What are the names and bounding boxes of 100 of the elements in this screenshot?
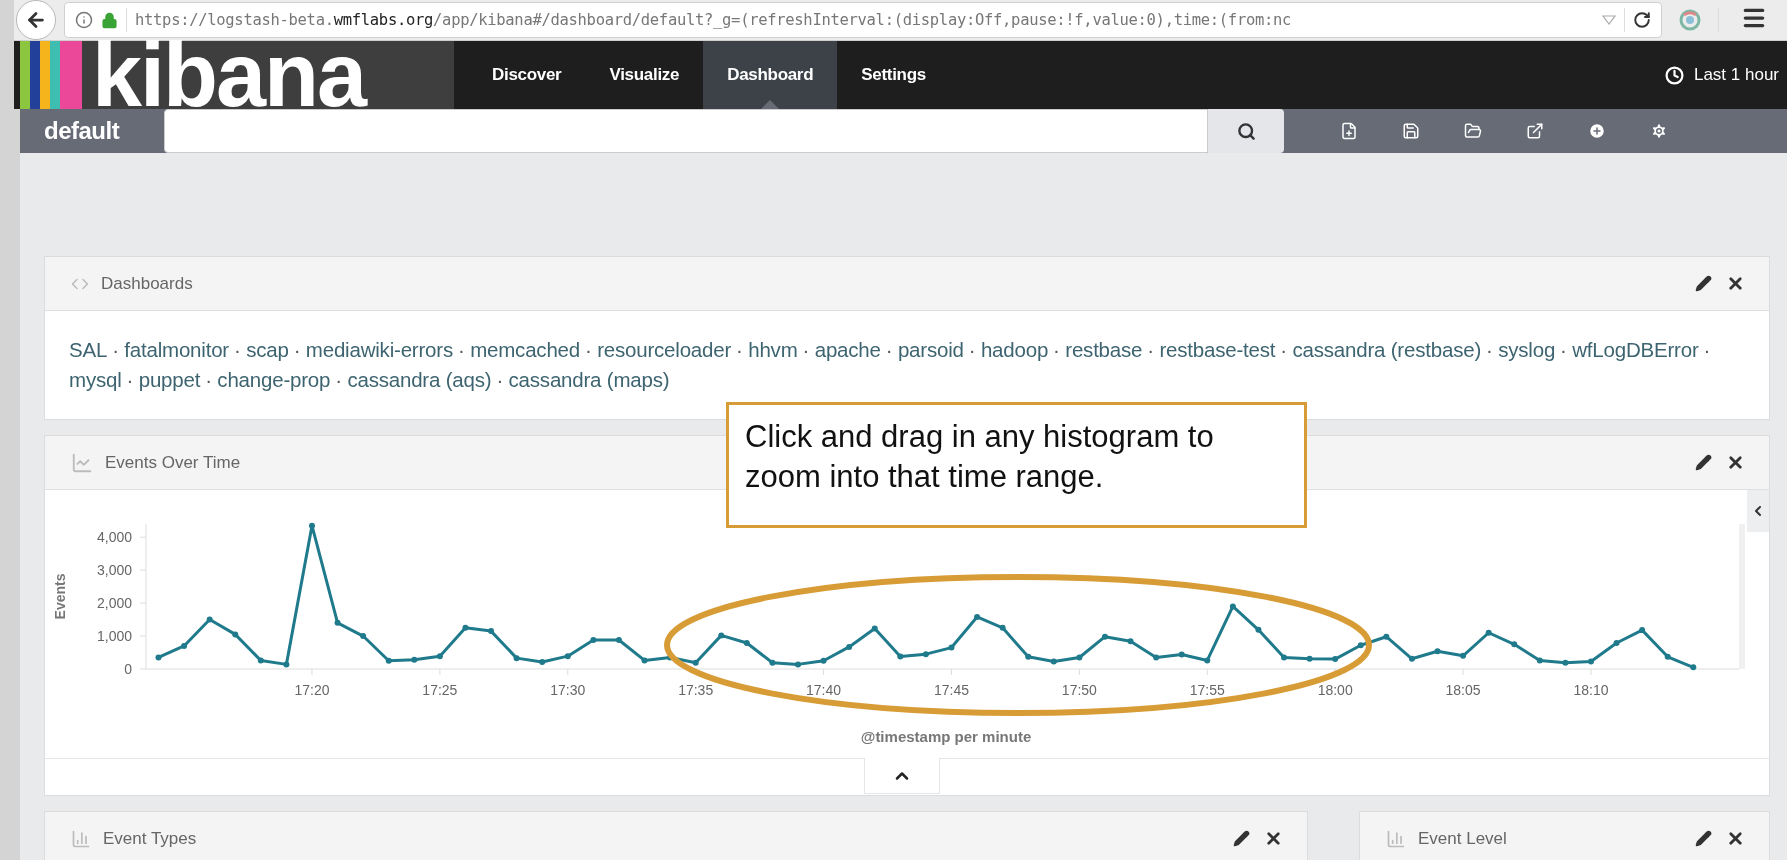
reload-icon[interactable] [1633,11,1651,29]
separator-dot: · [126,368,134,391]
close-icon[interactable] [1264,829,1283,848]
nav-tab[interactable]: Dashboard [703,41,838,109]
data-point [820,657,827,664]
back-arrow-icon [25,9,47,31]
line-chart-icon [71,451,93,474]
dashboard-link[interactable]: mysql [69,368,122,391]
dashboard-link[interactable]: memcached [470,338,580,361]
data-point [1383,633,1390,640]
dashboard-link[interactable]: apache [814,338,881,361]
nav-tab[interactable]: Settings [837,41,950,109]
toggle-details-button[interactable] [864,758,940,794]
separator-dot: · [1486,338,1493,361]
y-tick-label: 3,000 [96,562,132,579]
data-point [206,616,213,623]
data-point [1306,655,1313,662]
y-tick-label: 1,000 [96,628,132,645]
data-point [1511,641,1518,648]
data-point [1204,657,1211,664]
address-bar[interactable]: https://logstash-beta.wmflabs.org/app/kibana#/dashboard/default?_g=(refreshInterval:(display:Off,pause:!f,value:0),time:(from:nc [64,2,1662,38]
collapse-legend-button[interactable] [1747,490,1769,532]
data-point [385,657,392,664]
search-button[interactable] [1208,109,1284,153]
dashboard-name: default [44,117,121,145]
data-point [1408,655,1415,662]
data-point [462,624,469,631]
data-point [1255,626,1262,633]
panel-title: Dashboards [101,273,193,294]
edit-icon[interactable] [1695,274,1712,293]
x-tick-label: 18:05 [1445,682,1481,698]
edit-icon[interactable] [1695,453,1712,472]
dashboard-link[interactable]: hhvm [748,338,798,361]
data-point [283,661,290,668]
x-tick-label: 17:55 [1189,682,1225,698]
dashboard-link[interactable]: cassandra (maps) [508,368,670,391]
data-point [360,633,367,640]
x-tick-label: 17:45 [933,682,969,698]
separator-dot: · [1560,338,1567,361]
y-axis-title: Events [52,573,68,620]
data-point [641,657,648,664]
close-icon[interactable] [1726,829,1745,848]
data-point [1281,654,1287,661]
nav-tab[interactable]: Visualize [585,41,704,109]
data-point [411,656,418,663]
dashboard-link[interactable]: change-prop [217,368,331,391]
dashboard-link[interactable]: SAL [69,338,108,361]
separator-dot: · [885,338,893,361]
dashboard-link[interactable]: wfLogDBError [1572,338,1699,361]
dashboard-link[interactable]: scap [246,338,289,361]
separator-dot: · [496,368,504,391]
close-icon[interactable] [1726,453,1745,472]
edit-icon[interactable] [1233,829,1250,848]
dashboard-link[interactable]: mediawiki-errors [305,338,453,361]
separator-dot: · [458,338,465,361]
info-icon [75,11,93,29]
data-point [871,625,878,632]
y-tick-label: 2,000 [96,595,132,612]
search-icon [1236,121,1256,141]
time-picker[interactable]: Last 1 hour [1664,41,1787,109]
back-button[interactable] [16,0,56,40]
data-point [1050,658,1057,665]
data-point [232,631,239,638]
dashboard-link[interactable]: cassandra (restbase) [1292,338,1482,361]
bar-chart-icon [71,828,91,849]
data-point [1076,654,1083,661]
data-point [1485,629,1492,636]
x-tick-label: 17:30 [550,682,586,698]
data-point [488,628,495,635]
data-point [1613,639,1620,646]
dashboard-link[interactable]: restbase-test [1159,338,1276,361]
dashboard-link[interactable]: fatalmonitor [124,338,229,361]
dashboard-link[interactable]: parsoid [897,338,964,361]
edit-icon[interactable] [1695,829,1712,848]
separator-dot: · [1280,338,1287,361]
panel-title: Event Types [103,828,197,849]
separator-dot: · [1703,338,1711,361]
data-point [1460,652,1467,659]
data-point [974,613,981,620]
dashboard-link[interactable]: puppet [138,368,201,391]
data-point [1025,653,1032,660]
separator-dot: · [585,338,592,361]
data-point [999,624,1006,631]
panel-title: Event Level [1418,828,1507,849]
dashboard-link[interactable]: cassandra (aqs) [347,368,492,391]
dashboard-link[interactable]: hadoop [980,338,1049,361]
dashboard-link[interactable]: syslog [1498,338,1556,361]
data-point [769,659,776,666]
nav-tab[interactable]: Discover [468,41,586,109]
dashboard-link[interactable]: resourceloader [597,338,732,361]
x-tick-label: 17:25 [422,682,458,698]
data-point [922,651,929,658]
close-icon[interactable] [1726,274,1745,293]
data-point [1127,638,1134,645]
query-input[interactable] [164,109,1208,153]
bar-chart-icon [1386,828,1406,849]
separator-dot: · [112,338,119,361]
y-tick-label: 0 [124,661,132,677]
data-point [795,661,801,668]
dashboard-link[interactable]: restbase [1065,338,1143,361]
